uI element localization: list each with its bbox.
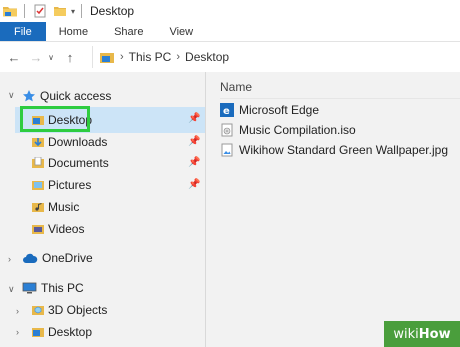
- folder-icon: [2, 4, 18, 18]
- toolbar-separator: [24, 4, 25, 18]
- documents-folder-icon: [32, 157, 44, 169]
- iso-file-icon: [220, 123, 234, 137]
- file-name: Microsoft Edge: [239, 103, 320, 117]
- recent-locations-icon[interactable]: ∨: [46, 53, 56, 62]
- chevron-down-icon[interactable]: ∨: [8, 90, 15, 101]
- breadcrumb-this-pc[interactable]: This PC: [129, 50, 172, 64]
- properties-icon[interactable]: [33, 4, 47, 18]
- wikihow-logo-part2: How: [418, 326, 451, 342]
- toolbar-separator: [81, 4, 83, 18]
- address-bar[interactable]: › This PC › Desktop: [92, 46, 460, 68]
- wikihow-logo: wiki How: [384, 321, 460, 347]
- pin-icon[interactable]: 📌: [188, 136, 200, 147]
- nav-quick-access[interactable]: Quick access: [22, 85, 111, 107]
- file-row[interactable]: e Microsoft Edge: [220, 100, 319, 120]
- column-header-name[interactable]: Name: [220, 80, 252, 94]
- file-name: Music Compilation.iso: [239, 123, 356, 137]
- nav-item-documents[interactable]: Documents: [32, 152, 109, 174]
- downloads-folder-icon: [32, 136, 44, 148]
- chevron-right-icon[interactable]: ›: [16, 327, 19, 337]
- file-row[interactable]: Wikihow Standard Green Wallpaper.jpg: [220, 140, 448, 160]
- pin-icon[interactable]: 📌: [188, 113, 200, 124]
- file-row[interactable]: Music Compilation.iso: [220, 120, 356, 140]
- nav-item-documents-label: Documents: [48, 156, 109, 170]
- back-icon[interactable]: ←: [6, 50, 22, 65]
- nav-item-videos-label: Videos: [48, 222, 85, 236]
- desktop-location-icon: [99, 51, 115, 64]
- nav-this-pc-label: This PC: [41, 281, 84, 295]
- breadcrumb-separator: ›: [120, 51, 124, 63]
- ribbon-tabs: File Home Share View: [0, 22, 460, 42]
- nav-item-pc-desktop-label: Desktop: [48, 325, 93, 339]
- file-list-pane: Name e Microsoft Edge Music Compilation.…: [206, 72, 460, 347]
- 3d-objects-folder-icon: [32, 304, 44, 316]
- forward-icon[interactable]: →: [28, 50, 44, 65]
- nav-item-pc-desktop[interactable]: Desktop: [32, 321, 92, 343]
- nav-item-downloads-label: Downloads: [48, 135, 108, 149]
- wikihow-logo-part1: wiki: [393, 326, 419, 342]
- nav-onedrive-label: OneDrive: [42, 251, 93, 265]
- nav-this-pc[interactable]: This PC: [22, 277, 84, 299]
- svg-text:e: e: [223, 106, 230, 117]
- breadcrumb-separator: ›: [176, 51, 181, 63]
- image-file-icon: [220, 143, 234, 157]
- title-bar: ▾ Desktop: [0, 0, 460, 22]
- tab-home[interactable]: Home: [46, 22, 101, 41]
- column-header-divider: [220, 98, 460, 99]
- computer-icon: [22, 282, 37, 294]
- pictures-folder-icon: [32, 179, 44, 191]
- chevron-down-icon[interactable]: ∨: [8, 284, 15, 295]
- nav-item-pictures[interactable]: Pictures: [32, 174, 91, 196]
- chevron-right-icon[interactable]: ›: [16, 306, 19, 316]
- file-name: Wikihow Standard Green Wallpaper.jpg: [239, 143, 448, 157]
- navigation-bar: ← → ∨ ↑ › This PC › Desktop: [0, 42, 460, 72]
- tab-share[interactable]: Share: [101, 22, 156, 41]
- desktop-folder-icon: [32, 327, 44, 338]
- customize-toolbar-icon[interactable]: ▾: [71, 7, 75, 16]
- desktop-highlight-box: [20, 106, 90, 132]
- chevron-right-icon[interactable]: ›: [8, 254, 11, 264]
- new-folder-icon[interactable]: [53, 4, 67, 18]
- nav-quick-access-label: Quick access: [40, 89, 112, 103]
- nav-item-pictures-label: Pictures: [48, 178, 92, 192]
- nav-onedrive[interactable]: OneDrive: [22, 247, 93, 269]
- nav-item-downloads[interactable]: Downloads: [32, 131, 107, 153]
- nav-item-3d-objects[interactable]: 3D Objects: [32, 299, 107, 321]
- nav-item-music[interactable]: Music: [32, 196, 79, 218]
- star-icon: [22, 89, 36, 103]
- pin-icon[interactable]: 📌: [188, 179, 200, 190]
- edge-shortcut-icon: e: [220, 103, 234, 117]
- nav-item-videos[interactable]: Videos: [32, 218, 84, 240]
- cloud-icon: [22, 253, 38, 264]
- tab-file[interactable]: File: [0, 22, 46, 41]
- tab-view[interactable]: View: [156, 22, 206, 41]
- nav-item-music-label: Music: [48, 200, 80, 214]
- up-icon[interactable]: ↑: [62, 50, 78, 65]
- pin-icon[interactable]: 📌: [188, 157, 200, 168]
- music-folder-icon: [32, 201, 44, 213]
- nav-item-3d-objects-label: 3D Objects: [48, 303, 108, 317]
- breadcrumb-desktop[interactable]: Desktop: [185, 50, 229, 64]
- videos-folder-icon: [32, 223, 44, 235]
- window-title: Desktop: [90, 4, 135, 18]
